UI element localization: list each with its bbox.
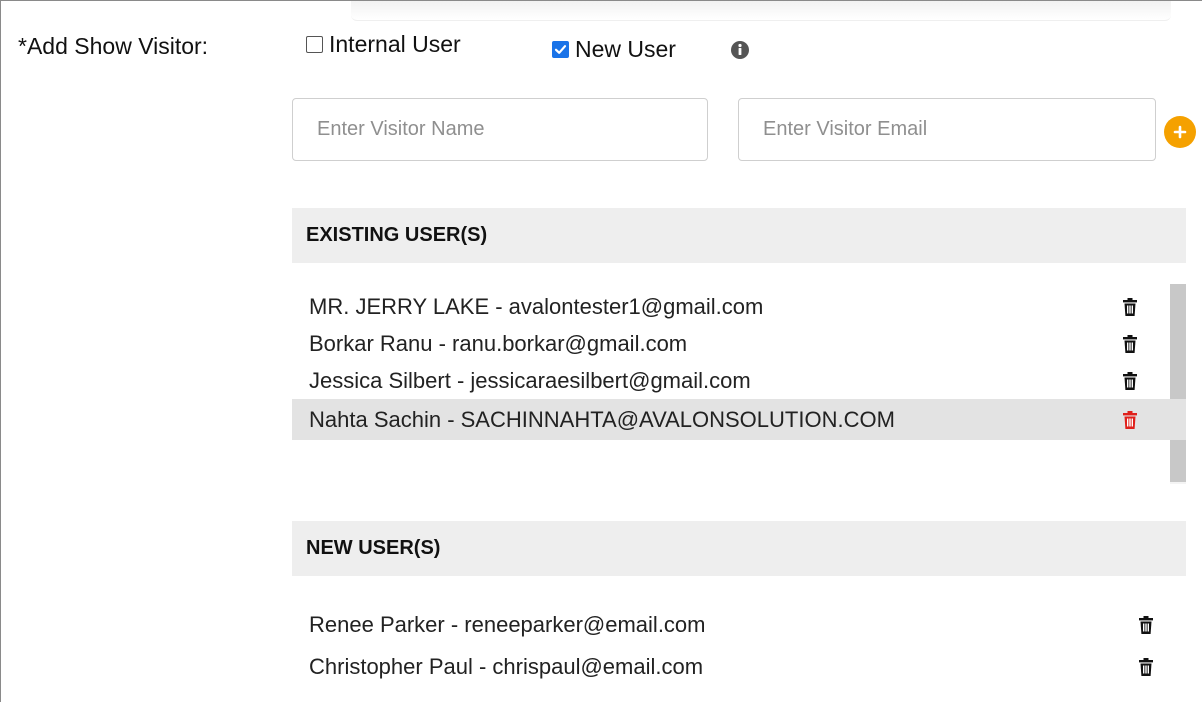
existing-users-header: EXISTING USER(S) [292, 208, 1186, 263]
plus-icon [1173, 125, 1187, 139]
internal-user-checkbox[interactable] [306, 36, 323, 53]
new-user-row: Renee Parker - reneeparker@email.com [292, 604, 1186, 646]
trash-icon[interactable] [1137, 656, 1155, 678]
internal-user-label: Internal User [329, 31, 461, 57]
existing-user-text: Borkar Ranu - ranu.borkar@gmail.com [309, 330, 688, 356]
add-visitor-button[interactable] [1164, 116, 1196, 148]
new-users-header: NEW USER(S) [292, 521, 1186, 576]
existing-user-text: Jessica Silbert - jessicaraesilbert@gmai… [309, 367, 751, 393]
new-user-text: Christopher Paul - chrispaul@email.com [309, 654, 704, 679]
trash-icon[interactable] [1121, 296, 1139, 318]
new-user-text: Renee Parker - reneeparker@email.com [309, 612, 706, 637]
existing-user-text: MR. JERRY LAKE - avalontester1@gmail.com [309, 293, 764, 319]
visitor-form-panel: *Add Show Visitor: Internal User New Use… [0, 0, 1202, 702]
existing-users-list: MR. JERRY LAKE - avalontester1@gmail.com… [292, 288, 1186, 440]
existing-user-row: Borkar Ranu - ranu.borkar@gmail.com [292, 325, 1186, 362]
existing-user-row: Jessica Silbert - jessicaraesilbert@gmai… [292, 362, 1186, 399]
checkmark-icon [554, 45, 567, 54]
trash-icon[interactable] [1137, 614, 1155, 636]
new-user-row: Christopher Paul - chrispaul@email.com [292, 646, 1186, 688]
new-user-label: New User [575, 36, 676, 62]
existing-user-text: Nahta Sachin - SACHINNAHTA@AVALONSOLUTIO… [309, 406, 895, 432]
add-show-visitor-label: *Add Show Visitor: [18, 33, 209, 59]
trash-icon[interactable] [1121, 370, 1139, 392]
visitor-email-input[interactable] [738, 98, 1156, 161]
trash-icon-active[interactable] [1121, 409, 1139, 431]
existing-user-row: MR. JERRY LAKE - avalontester1@gmail.com [292, 288, 1186, 325]
trash-icon[interactable] [1121, 333, 1139, 355]
visitor-name-input[interactable] [292, 98, 708, 161]
new-users-list: Renee Parker - reneeparker@email.com Chr… [292, 604, 1186, 688]
top-divider [351, 1, 1171, 21]
internal-user-option[interactable]: Internal User [306, 31, 461, 58]
new-user-option[interactable]: New User [552, 36, 676, 63]
info-icon[interactable] [729, 39, 751, 61]
existing-user-row-highlighted: Nahta Sachin - SACHINNAHTA@AVALONSOLUTIO… [292, 399, 1186, 440]
new-user-checkbox[interactable] [552, 41, 569, 58]
